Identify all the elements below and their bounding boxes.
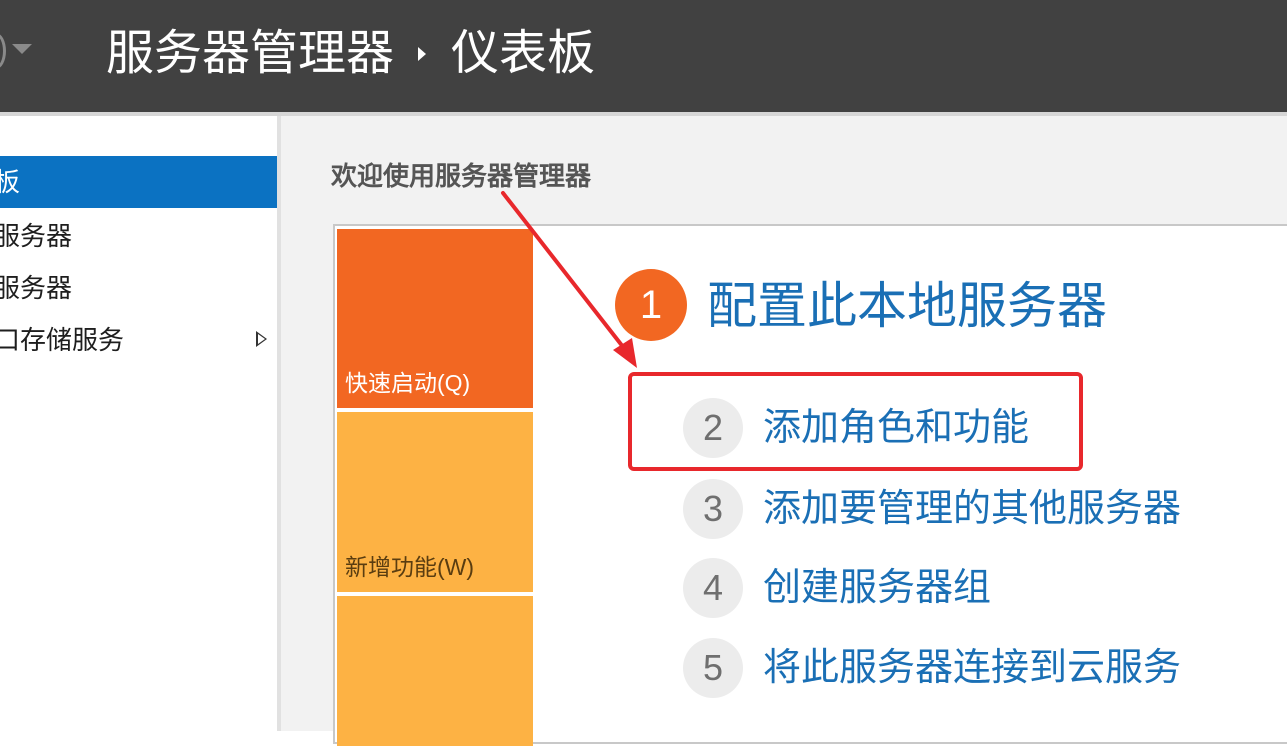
annotation-highlight-box — [628, 372, 1083, 471]
step-3-number: 3 — [702, 488, 724, 529]
sidebar-item-label: 板 — [0, 167, 21, 197]
step-4-number: 4 — [702, 567, 724, 608]
tile-whats-new[interactable]: 新增功能(W) — [337, 412, 533, 592]
expand-arrow-icon[interactable] — [256, 331, 267, 347]
sidebar — [0, 116, 277, 731]
step-1-link-configure-local-server[interactable]: 配置此本地服务器 — [707, 276, 1107, 336]
sidebar-item-dashboard[interactable]: 板 — [0, 156, 277, 208]
breadcrumb-current: 仪表板 — [451, 27, 596, 80]
tile-learn-more[interactable] — [337, 596, 533, 746]
sidebar-item-label: 口存储服务 — [0, 325, 125, 355]
tile-label: 新增功能(W) — [345, 554, 475, 580]
sidebar-item-label: 服务器 — [0, 273, 73, 303]
step-5-number: 5 — [702, 647, 724, 688]
tile-quick-start[interactable]: 快速启动(Q) — [337, 229, 533, 408]
tile-label: 快速启动(Q) — [345, 370, 471, 396]
welcome-title: 欢迎使用服务器管理器 — [331, 161, 592, 191]
breadcrumb-separator-icon — [418, 47, 426, 61]
step-3-link-add-servers[interactable]: 添加要管理的其他服务器 — [763, 479, 1181, 539]
step-4-link-create-server-group[interactable]: 创建服务器组 — [763, 558, 991, 618]
step-1-number: 1 — [639, 283, 663, 327]
chevron-down-icon[interactable] — [12, 44, 32, 54]
sidebar-item-all-servers[interactable]: 服务器 — [0, 262, 277, 314]
sidebar-item-local-server[interactable]: 服务器 — [0, 210, 277, 262]
step-5-link-connect-cloud[interactable]: 将此服务器连接到云服务 — [763, 638, 1181, 698]
sidebar-item-label: 服务器 — [0, 221, 73, 251]
breadcrumb-root[interactable]: 服务器管理器 — [106, 24, 394, 84]
sidebar-item-file-storage-services[interactable]: 口存储服务 — [0, 314, 277, 366]
